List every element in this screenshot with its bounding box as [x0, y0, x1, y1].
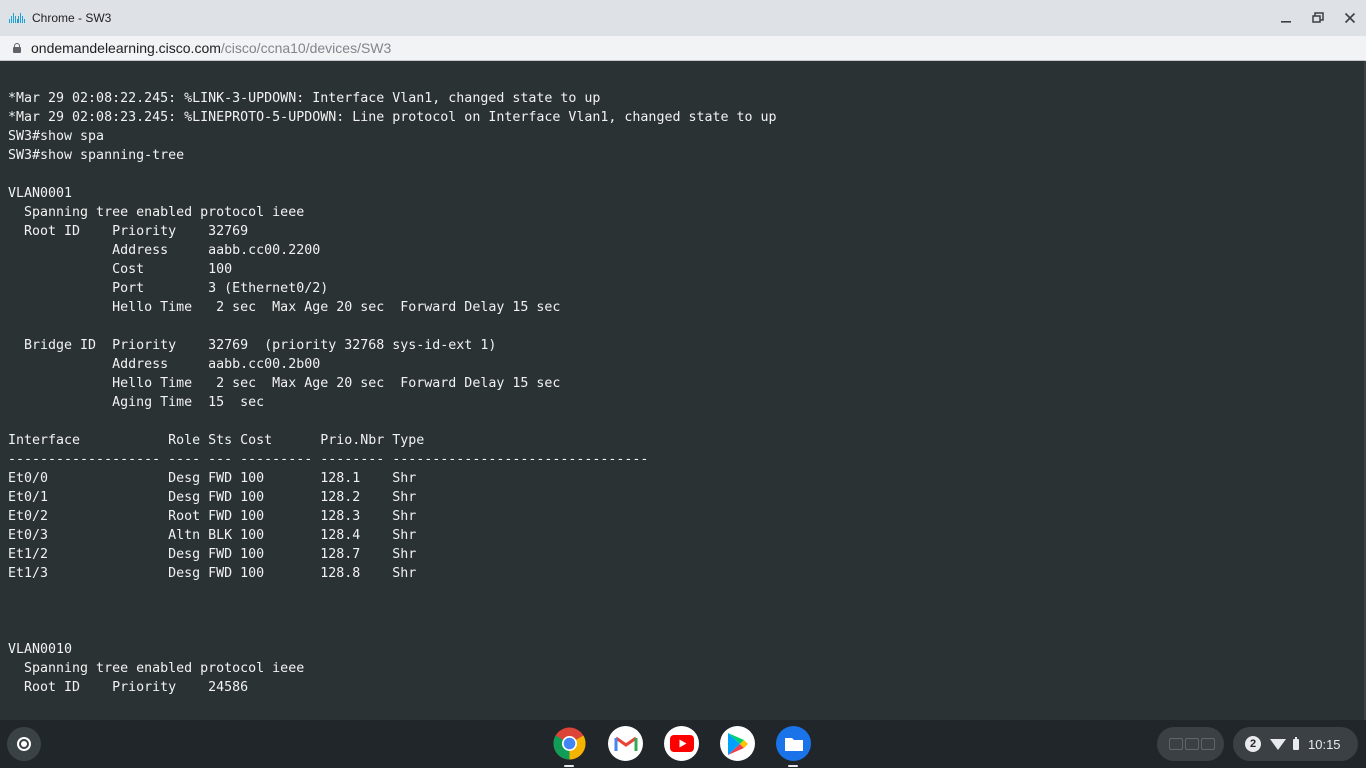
terminal-line: Et0/0 Desg FWD 100 128.1 Shr — [8, 471, 417, 486]
files-app[interactable] — [776, 726, 811, 767]
pinned-apps — [552, 726, 811, 767]
terminal-line: Address aabb.cc00.2200 — [8, 243, 321, 258]
terminal-line: Hello Time 2 sec Max Age 20 sec Forward … — [8, 376, 561, 391]
notification-badge: 2 — [1245, 736, 1261, 752]
youtube-icon — [669, 735, 694, 752]
terminal-line: Port 3 (Ethernet0/2) — [8, 281, 329, 296]
play-store-icon — [727, 732, 748, 755]
terminal-line: Et1/3 Desg FWD 100 128.8 Shr — [8, 566, 417, 581]
terminal-line: Spanning tree enabled protocol ieee — [8, 205, 305, 220]
terminal-line: VLAN0010 — [8, 642, 73, 657]
terminal-line: Hello Time 2 sec Max Age 20 sec Forward … — [8, 300, 561, 315]
minimize-button[interactable] — [1270, 0, 1302, 36]
restore-button[interactable] — [1302, 0, 1334, 36]
terminal-line: Spanning tree enabled protocol ieee — [8, 661, 305, 676]
chrome-app[interactable] — [552, 726, 587, 767]
launcher-button[interactable] — [7, 727, 41, 761]
files-icon — [784, 737, 803, 751]
play-store-app[interactable] — [720, 726, 755, 761]
terminal-line: Et1/2 Desg FWD 100 128.7 Shr — [8, 547, 417, 562]
terminal-line: Address aabb.cc00.2b00 — [8, 357, 321, 372]
youtube-app[interactable] — [664, 726, 699, 761]
url-host: ondemandelearning.cisco.com — [31, 40, 221, 56]
chrome-icon — [553, 727, 586, 760]
terminal-line: Et0/2 Root FWD 100 128.3 Shr — [8, 509, 417, 524]
close-icon — [1344, 12, 1356, 24]
close-button[interactable] — [1334, 0, 1366, 36]
window-controls — [1270, 0, 1366, 36]
terminal-line: Et0/1 Desg FWD 100 128.2 Shr — [8, 490, 417, 505]
cisco-icon — [9, 13, 26, 23]
terminal-console[interactable]: *Mar 29 02:08:22.245: %LINK-3-UPDOWN: In… — [0, 61, 1366, 720]
terminal-line: SW3#show spa — [8, 129, 105, 144]
terminal-line: Root ID Priority 24586 — [8, 680, 249, 695]
status-tray[interactable]: 2 10:15 — [1233, 727, 1358, 761]
address-bar[interactable]: ondemandelearning.cisco.com/cisco/ccna10… — [0, 36, 1366, 61]
terminal-line: Interface Role Sts Cost Prio.Nbr Type — [8, 433, 425, 448]
active-indicator — [788, 765, 798, 767]
gmail-icon — [614, 736, 637, 751]
terminal-line: Cost 100 — [8, 262, 233, 277]
window-titlebar: Chrome - SW3 — [0, 0, 1366, 36]
minimize-icon — [1281, 21, 1291, 23]
lock-icon — [13, 43, 21, 53]
terminal-line: SW3#show spanning-tree — [8, 148, 185, 163]
terminal-line: VLAN0001 — [8, 186, 73, 201]
window-title: Chrome - SW3 — [32, 11, 112, 25]
wifi-icon — [1270, 738, 1286, 750]
restore-icon — [1312, 12, 1324, 23]
shelf: 2 10:15 — [0, 720, 1366, 768]
gmail-app[interactable] — [608, 726, 643, 761]
clock: 10:15 — [1308, 736, 1341, 752]
terminal-line: Root ID Priority 32769 — [8, 224, 249, 239]
battery-icon — [1293, 736, 1299, 750]
url-path: /cisco/ccna10/devices/SW3 — [220, 40, 392, 56]
ime-tray[interactable] — [1157, 727, 1224, 761]
terminal-output: *Mar 29 02:08:22.245: %LINK-3-UPDOWN: In… — [8, 89, 777, 697]
terminal-line: Bridge ID Priority 32769 (priority 32768… — [8, 338, 497, 353]
active-indicator — [564, 765, 574, 767]
terminal-line: *Mar 29 02:08:22.245: %LINK-3-UPDOWN: In… — [8, 91, 601, 106]
url-text[interactable]: ondemandelearning.cisco.com/cisco/ccna10… — [31, 40, 391, 56]
terminal-line: Aging Time 15 sec — [8, 395, 265, 410]
terminal-line: *Mar 29 02:08:23.245: %LINEPROTO-5-UPDOW… — [8, 110, 777, 125]
terminal-line: Et0/3 Altn BLK 100 128.4 Shr — [8, 528, 417, 543]
terminal-line: ------------------- ---- --- --------- -… — [8, 452, 649, 467]
